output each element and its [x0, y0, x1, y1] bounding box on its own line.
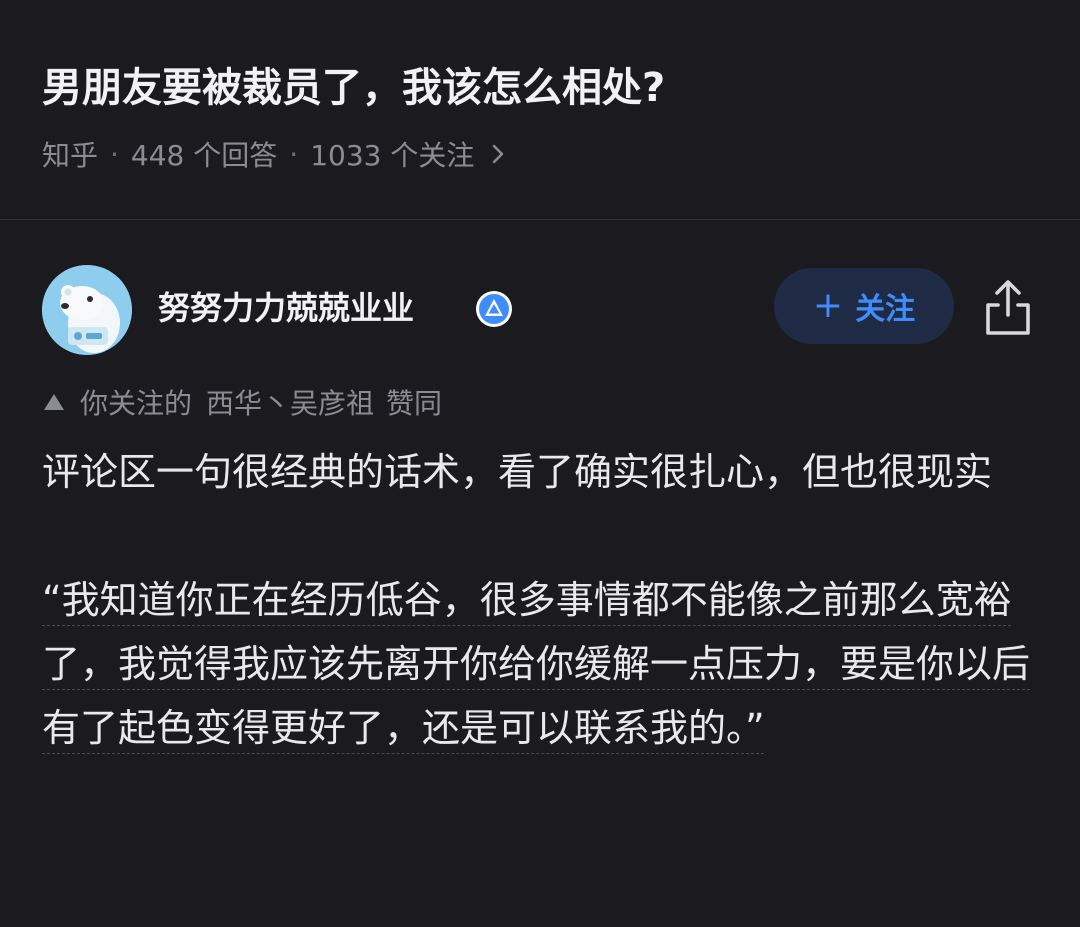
share-icon[interactable] [982, 277, 1034, 337]
meta-separator: · [110, 137, 119, 171]
answer-body[interactable]: 评论区一句很经典的话术，看了确实很扎心，但也很现实 “我知道你正在经历低谷，很多… [42, 440, 1038, 760]
social-proof: 你关注的 西华丶吴彦祖 赞同 [42, 380, 442, 424]
source-label: 知乎 [42, 139, 99, 172]
avatar[interactable] [42, 265, 132, 355]
author-name[interactable]: 努努力力兢兢业业 [158, 285, 414, 331]
social-proof-prefix: 你关注的 [80, 387, 193, 420]
social-proof-names[interactable]: 西华丶吴彦祖 [206, 382, 374, 422]
quote-text: “我知道你正在经历低谷，很多事情都不能像之前那么宽裕了，我觉得我应该先离开你给你… [42, 578, 1031, 750]
meta-separator: · [289, 137, 299, 171]
polar-bear-avatar-icon [42, 265, 132, 355]
answer-paragraph: 评论区一句很经典的话术，看了确实很扎心，但也很现实 [42, 450, 993, 494]
question-title[interactable]: 男朋友要被裁员了，我该怎么相处? [42, 58, 1042, 118]
question-header: 男朋友要被裁员了，我该怎么相处? 知乎 · 448 个回答 · 1033 个关注 [0, 0, 1080, 220]
answer-count: 448 个回答 [130, 139, 278, 172]
plus-icon: + [812, 285, 844, 326]
follow-button[interactable]: + 关注 [774, 268, 954, 344]
answer-quote: “我知道你正在经历低谷，很多事情都不能像之前那么宽裕了，我觉得我应该先离开你给你… [42, 568, 1038, 760]
follow-label: 关注 [855, 292, 916, 327]
verified-badge-icon [476, 291, 512, 327]
question-meta[interactable]: 知乎 · 448 个回答 · 1033 个关注 [42, 132, 508, 176]
author-row: 努努力力兢兢业业 + 关注 [42, 265, 1038, 355]
triangle-up-icon [44, 394, 64, 410]
follower-count: 1033 个关注 [310, 139, 475, 172]
chevron-right-icon [493, 144, 504, 164]
social-proof-verb: 赞同 [386, 387, 443, 420]
